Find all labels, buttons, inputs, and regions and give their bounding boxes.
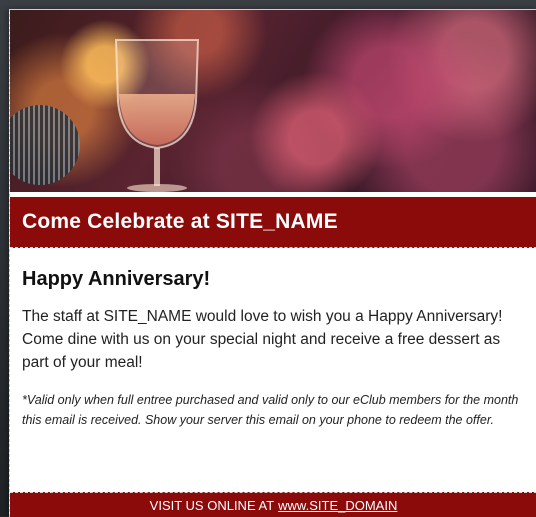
footer-bar: VISIT US ONLINE AT www.SITE_DOMAIN	[10, 492, 536, 517]
footer-prefix: VISIT US ONLINE AT	[149, 497, 275, 513]
message-body: The staff at SITE_NAME would love to wis…	[22, 308, 503, 371]
banner-title: Come Celebrate at SITE_NAME	[22, 210, 338, 233]
message-heading: Happy Anniversary!	[22, 268, 211, 290]
wine-glass-icon	[114, 39, 200, 192]
hero-image	[10, 10, 536, 192]
email-card: Come Celebrate at SITE_NAME Happy Annive…	[9, 9, 536, 517]
cutlery-decoration	[10, 105, 80, 185]
site-domain-link[interactable]: www.SITE_DOMAIN	[278, 498, 397, 513]
message-content: Happy Anniversary! The staff at SITE_NAM…	[10, 248, 536, 430]
fine-print: *Valid only when full entree purchased a…	[22, 393, 519, 427]
celebrate-banner: Come Celebrate at SITE_NAME	[10, 196, 536, 248]
